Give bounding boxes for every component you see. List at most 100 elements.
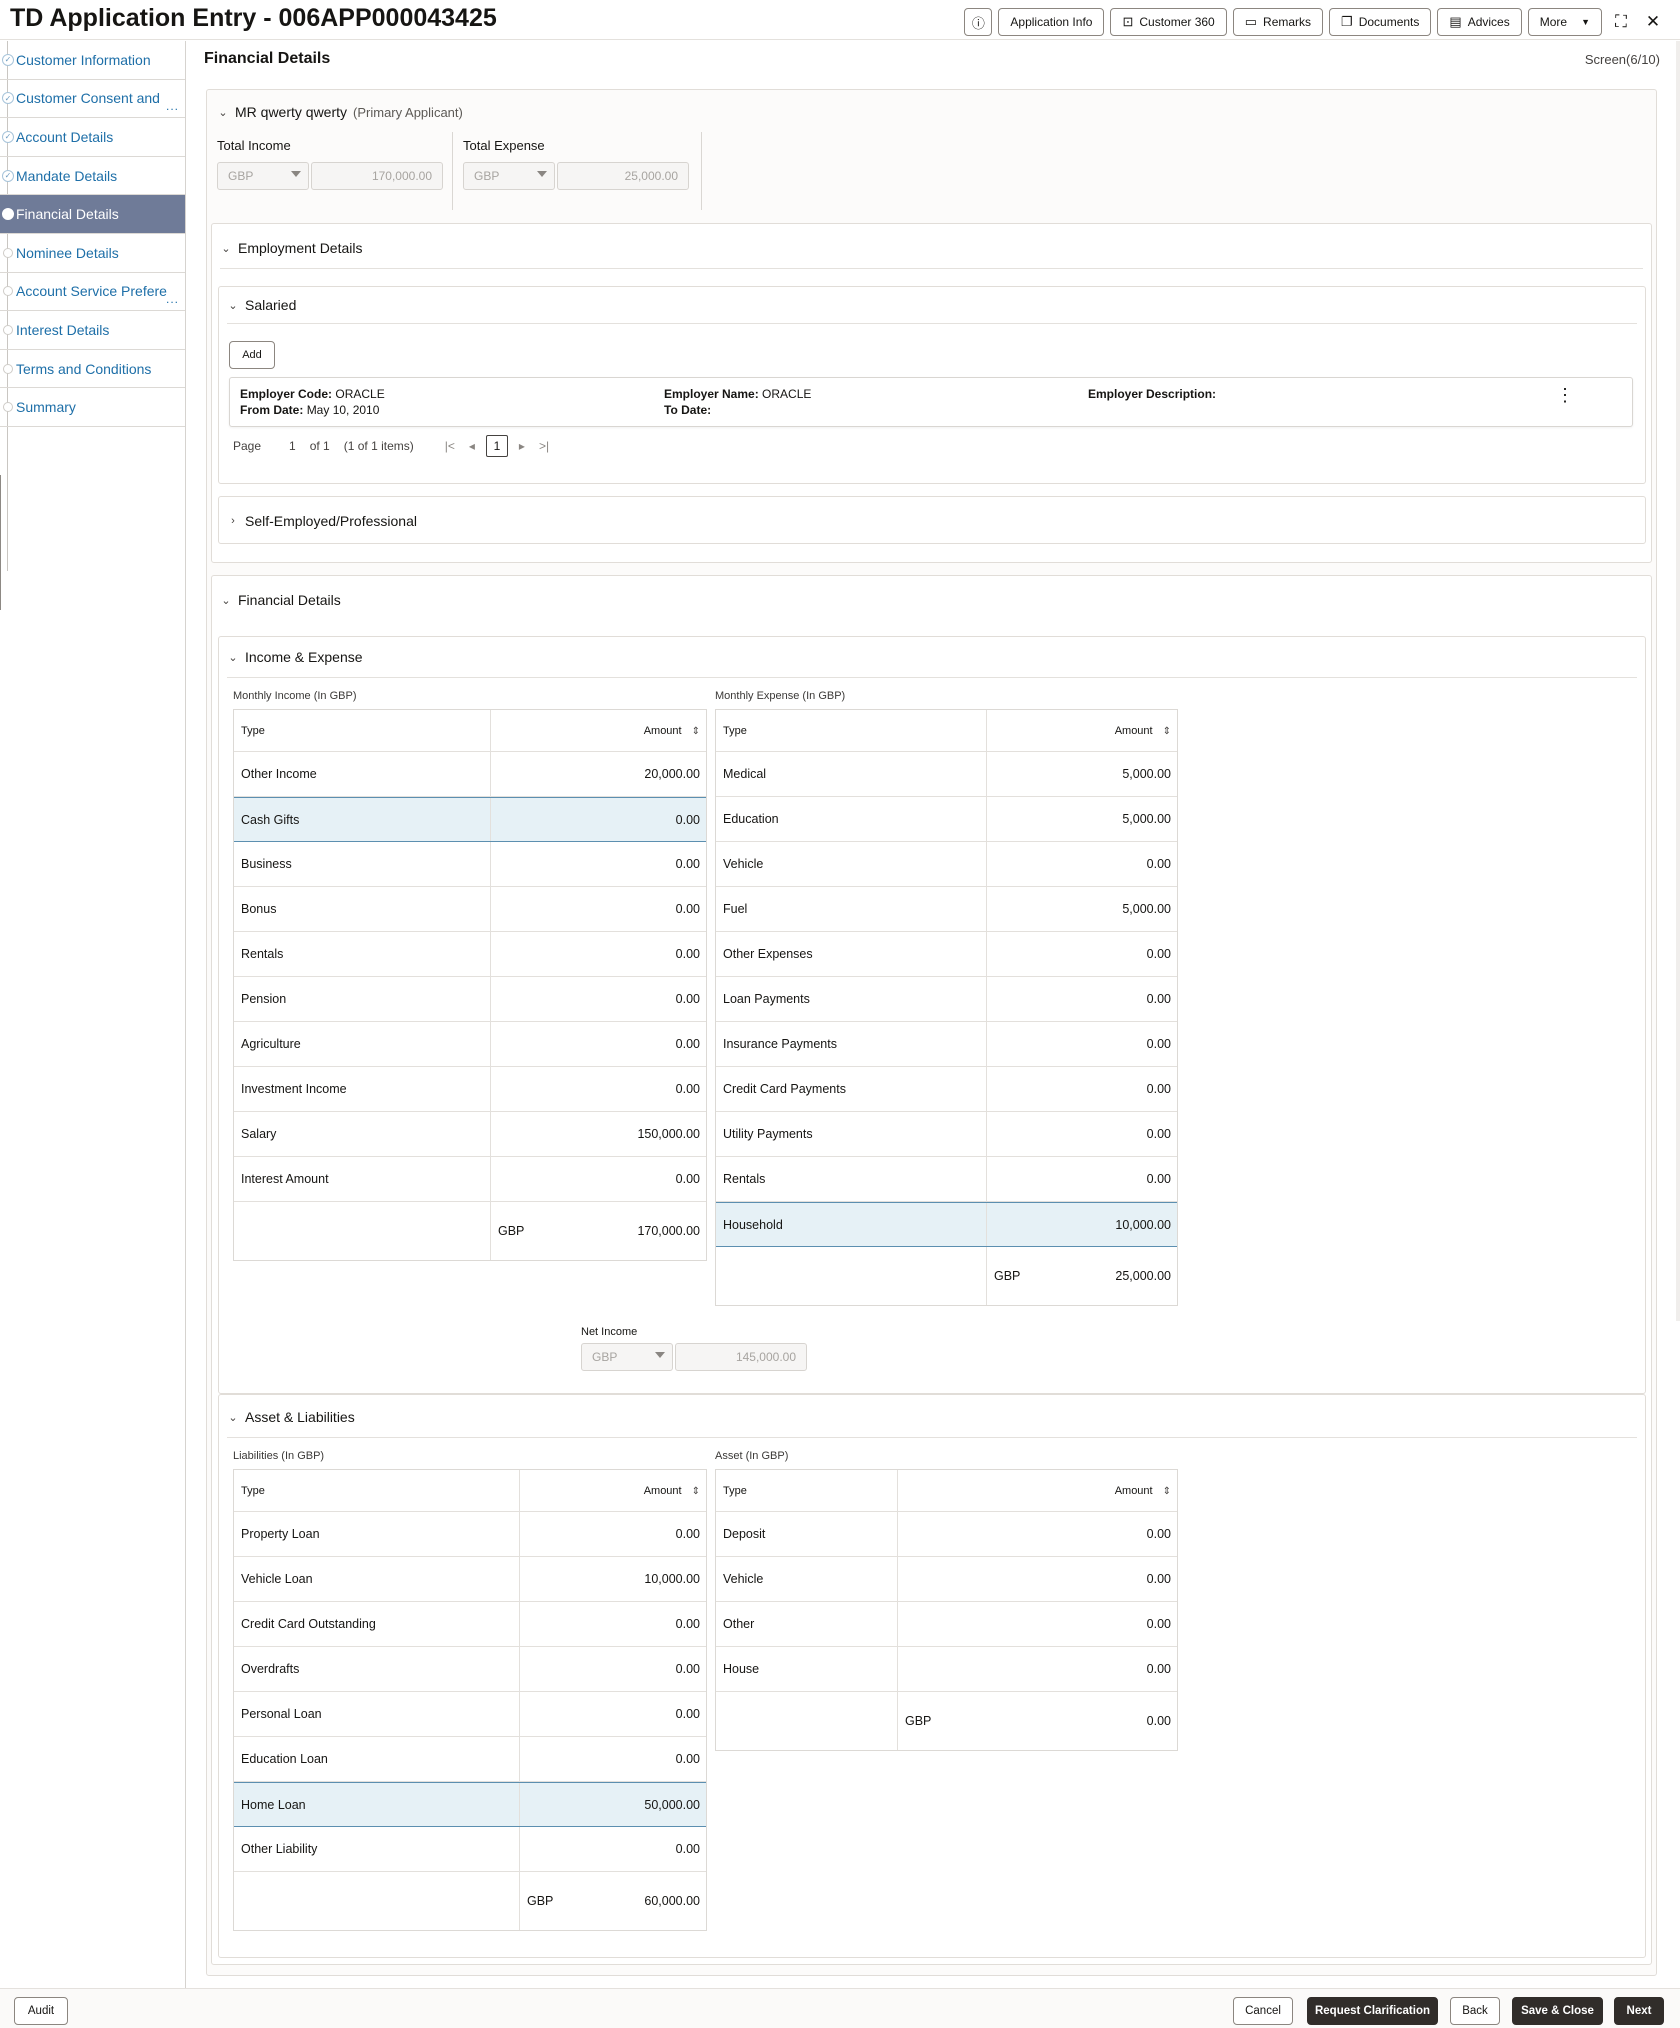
table-row[interactable]: Interest Amount 0.00 — [234, 1157, 706, 1202]
column-header-amount[interactable]: Amount ⇕ — [644, 725, 700, 737]
previous-page-icon[interactable]: ◂ — [469, 439, 475, 453]
column-header-type[interactable]: Type — [241, 725, 265, 737]
sidebar-item[interactable]: Summary — [0, 388, 185, 427]
table-row[interactable]: Personal Loan 0.00 — [234, 1692, 706, 1737]
total-income-currency[interactable]: GBP — [217, 162, 309, 190]
salaried-header[interactable]: ⌄ Salaried — [227, 297, 296, 313]
table-row[interactable]: Vehicle 0.00 — [716, 842, 1177, 887]
table-row[interactable]: Insurance Payments 0.00 — [716, 1022, 1177, 1067]
sidebar-item[interactable]: ✓ Customer Information — [0, 41, 185, 80]
total-income-amount[interactable]: 170,000.00 — [311, 162, 443, 190]
table-row[interactable]: Household 10,000.00 — [716, 1202, 1177, 1247]
add-employer-button[interactable]: Add — [229, 341, 275, 369]
financial-header[interactable]: ⌄ Financial Details — [220, 592, 340, 608]
remarks-button[interactable]: ▭ Remarks — [1232, 8, 1324, 36]
row-type: Vehicle — [723, 1572, 764, 1586]
table-row[interactable]: Credit Card Outstanding 0.00 — [234, 1602, 706, 1647]
audit-button[interactable]: Audit — [14, 1997, 68, 2025]
table-row[interactable]: Home Loan 50,000.00 — [234, 1782, 706, 1827]
table-row[interactable]: Salary 150,000.00 — [234, 1112, 706, 1157]
customer-360-button[interactable]: ⊡ Customer 360 — [1110, 8, 1227, 36]
sidebar-item[interactable]: Account Service Prefere... — [0, 273, 185, 312]
table-row[interactable]: Other Liability 0.00 — [234, 1827, 706, 1872]
table-row[interactable]: Rentals 0.00 — [716, 1157, 1177, 1202]
table-row[interactable]: Education Loan 0.00 — [234, 1737, 706, 1782]
sidebar-item[interactable]: ✓ Mandate Details — [0, 157, 185, 196]
sidebar-item[interactable]: Nominee Details — [0, 234, 185, 273]
column-divider — [897, 1512, 898, 1556]
sidebar-item[interactable]: Terms and Conditions — [0, 350, 185, 389]
table-row[interactable]: Property Loan 0.00 — [234, 1512, 706, 1557]
column-header-type[interactable]: Type — [723, 725, 747, 737]
asset-liabilities-header[interactable]: ⌄ Asset & Liabilities — [227, 1409, 354, 1425]
table-row[interactable]: Credit Card Payments 0.00 — [716, 1067, 1177, 1112]
income-expense-header[interactable]: ⌄ Income & Expense — [227, 649, 362, 665]
total-expense-currency[interactable]: GBP — [463, 162, 555, 190]
save-close-button[interactable]: Save & Close — [1512, 1997, 1603, 2025]
table-row[interactable]: Pension 0.00 — [234, 977, 706, 1022]
fullscreen-icon[interactable]: ⛶ — [1608, 8, 1634, 36]
table-row[interactable]: Investment Income 0.00 — [234, 1067, 706, 1112]
table-row[interactable]: Other 0.00 — [716, 1602, 1177, 1647]
pager-page-input[interactable]: 1 — [289, 439, 296, 453]
employment-header[interactable]: ⌄ Employment Details — [220, 240, 362, 256]
table-row[interactable]: Other Expenses 0.00 — [716, 932, 1177, 977]
net-income-currency[interactable]: GBP — [581, 1343, 673, 1371]
sort-icon[interactable]: ⇕ — [692, 1486, 700, 1497]
advices-button[interactable]: ▤ Advices — [1437, 8, 1522, 36]
last-page-icon[interactable]: >| — [539, 439, 549, 453]
net-income-currency-value: GBP — [592, 1350, 618, 1364]
close-icon[interactable]: ✕ — [1640, 8, 1666, 36]
pager-current-page[interactable]: 1 — [485, 435, 508, 457]
net-income-amount[interactable]: 145,000.00 — [675, 1343, 807, 1371]
info-button[interactable]: ⓘ — [964, 8, 993, 36]
sidebar-item[interactable]: ✓ Customer Consent and... — [0, 80, 185, 119]
table-row[interactable]: Fuel 5,000.00 — [716, 887, 1177, 932]
kebab-menu-icon[interactable]: ⋮ — [1556, 386, 1574, 404]
sort-icon[interactable]: ⇕ — [692, 726, 700, 737]
next-page-icon[interactable]: ▸ — [519, 439, 525, 453]
table-row[interactable]: Business 0.00 — [234, 842, 706, 887]
sidebar-item[interactable]: ✓ Account Details — [0, 118, 185, 157]
table-row[interactable]: Agriculture 0.00 — [234, 1022, 706, 1067]
documents-button[interactable]: ❐ Documents — [1329, 8, 1432, 36]
column-header-amount[interactable]: Amount ⇕ — [1115, 1485, 1171, 1497]
column-header-type[interactable]: Type — [241, 1485, 265, 1497]
table-row[interactable]: House 0.00 — [716, 1647, 1177, 1692]
table-row[interactable]: Other Income 20,000.00 — [234, 752, 706, 797]
column-header-amount[interactable]: Amount ⇕ — [1115, 725, 1171, 737]
column-header-amount[interactable]: Amount ⇕ — [644, 1485, 700, 1497]
table-row[interactable]: Rentals 0.00 — [234, 932, 706, 977]
table-row[interactable]: Loan Payments 0.00 — [716, 977, 1177, 1022]
sidebar-item[interactable]: Financial Details — [0, 195, 185, 234]
sort-icon[interactable]: ⇕ — [1163, 1486, 1171, 1497]
self-employed-header[interactable]: › Self-Employed/Professional — [227, 513, 417, 529]
table-row[interactable]: Education 5,000.00 — [716, 797, 1177, 842]
request-clarification-button[interactable]: Request Clarification — [1307, 1997, 1438, 2025]
table-row[interactable]: Medical 5,000.00 — [716, 752, 1177, 797]
sort-icon[interactable]: ⇕ — [1163, 726, 1171, 737]
column-header-type[interactable]: Type — [723, 1485, 747, 1497]
step-circle-icon — [3, 324, 13, 335]
sidebar-item[interactable]: Interest Details — [0, 311, 185, 350]
first-page-icon[interactable]: |< — [445, 439, 455, 453]
column-divider — [897, 1602, 898, 1646]
back-button[interactable]: Back — [1450, 1997, 1500, 2025]
more-button[interactable]: More ▼ — [1527, 8, 1602, 36]
table-row[interactable]: Overdrafts 0.00 — [234, 1647, 706, 1692]
employer-record-card[interactable]: Employer Code: ORACLE From Date: May 10,… — [229, 377, 1633, 427]
applicant-header[interactable]: ⌄ MR qwerty qwerty (Primary Applicant) — [217, 104, 462, 120]
total-expense-amount[interactable]: 25,000.00 — [557, 162, 689, 190]
table-row[interactable]: Utility Payments 0.00 — [716, 1112, 1177, 1157]
sidebar-scrollbar[interactable] — [0, 475, 1, 610]
next-button[interactable]: Next — [1614, 1997, 1664, 2025]
table-row[interactable]: Vehicle Loan 10,000.00 — [234, 1557, 706, 1602]
table-row[interactable]: Deposit 0.00 — [716, 1512, 1177, 1557]
table-row[interactable]: Vehicle 0.00 — [716, 1557, 1177, 1602]
cancel-button[interactable]: Cancel — [1233, 1997, 1293, 2025]
table-row[interactable]: Cash Gifts 0.00 — [234, 797, 706, 842]
main-scrollbar[interactable] — [1676, 41, 1680, 1321]
table-row[interactable]: Bonus 0.00 — [234, 887, 706, 932]
application-info-button[interactable]: Application Info — [998, 8, 1105, 36]
total-income-label: Total Income — [217, 138, 291, 153]
